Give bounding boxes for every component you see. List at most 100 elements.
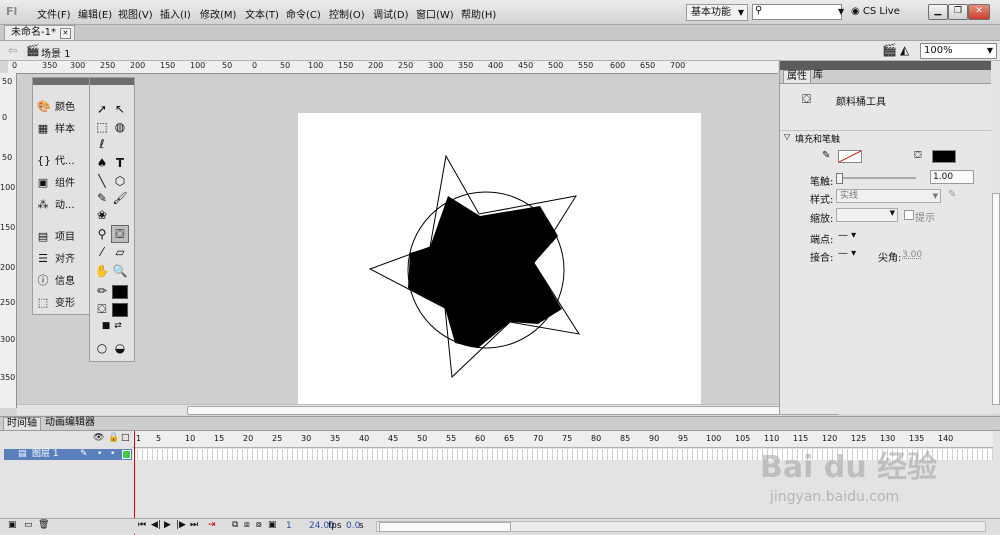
lock-icon[interactable]: 🔒 xyxy=(108,433,119,443)
eye-icon[interactable]: 👁 xyxy=(93,433,104,443)
object-drawing-icon[interactable]: ○ xyxy=(94,340,110,356)
onion-outline-icon[interactable]: ⧈ xyxy=(244,520,250,530)
scroll-thumb[interactable] xyxy=(187,406,839,415)
hand-tool-icon[interactable]: ✋ xyxy=(94,263,110,279)
back-arrow-icon[interactable]: ⇦ xyxy=(8,44,17,57)
components-button[interactable]: ▣ 组件 xyxy=(37,174,75,189)
step-forward-icon[interactable]: |▶ xyxy=(176,520,186,530)
menu-text[interactable]: 文本(T) xyxy=(245,6,279,21)
close-tab-icon[interactable]: ✕ xyxy=(59,28,71,39)
menu-edit[interactable]: 编辑(E) xyxy=(78,6,112,21)
menu-view[interactable]: 视图(V) xyxy=(118,6,153,21)
fill-color-swatch[interactable] xyxy=(932,150,956,163)
workspace-switcher[interactable]: 基本功能 ▼ xyxy=(686,4,748,21)
tab-motion-editor[interactable]: 动画编辑器 xyxy=(42,417,98,429)
restore-button[interactable]: ❐ xyxy=(948,4,968,20)
transform-panel-button[interactable]: ⬚ 变形 xyxy=(37,294,75,309)
swap-colors-icon[interactable]: ⇄ xyxy=(110,318,126,334)
lasso-tool-icon[interactable]: ℓ xyxy=(94,136,110,152)
fill-stroke-section-header[interactable]: ▽ 填充和笔触 xyxy=(780,130,992,145)
layer-outline-color[interactable] xyxy=(122,450,131,459)
slider-thumb[interactable] xyxy=(836,173,843,184)
deco-tool-icon[interactable]: ❀ xyxy=(94,207,110,223)
menu-debug[interactable]: 调试(D) xyxy=(373,6,409,21)
menu-modify[interactable]: 修改(M) xyxy=(200,6,236,21)
motion-presets-button[interactable]: ⁂ 动... xyxy=(37,196,75,211)
stroke-color-swatch[interactable] xyxy=(112,285,128,299)
polystar-tool-icon[interactable]: ⬡ xyxy=(112,173,128,189)
edit-symbols-icon[interactable]: ◭ xyxy=(900,43,909,57)
scroll-thumb[interactable] xyxy=(379,522,511,532)
selection-tool-icon[interactable]: ➚ xyxy=(94,101,110,117)
tab-library[interactable]: 库 xyxy=(810,70,826,82)
minimize-button[interactable]: ▁ xyxy=(928,4,948,20)
play-icon[interactable]: ▶ xyxy=(164,520,171,530)
edit-multiple-frames-icon[interactable]: ⧇ xyxy=(256,520,262,530)
free-transform-tool-icon[interactable]: ⬚ xyxy=(94,119,110,135)
eyedropper-tool-icon[interactable]: ⁄ xyxy=(94,244,110,260)
menu-control[interactable]: 控制(O) xyxy=(329,6,365,21)
layer-lock-dot[interactable]: • xyxy=(110,449,115,460)
brush-tool-icon[interactable]: 🖌 xyxy=(112,190,128,206)
join-select[interactable]: — ▾ xyxy=(838,248,856,259)
pen-tool-icon[interactable]: ♠ xyxy=(94,155,110,171)
onion-skin-icon[interactable]: ⧉ xyxy=(232,520,238,530)
edit-stroke-style-icon[interactable]: ✎ xyxy=(948,189,956,200)
new-folder-icon[interactable]: ▭ xyxy=(24,520,33,530)
swatches-panel-button[interactable]: ▦ 样本 xyxy=(37,120,75,135)
align-panel-button[interactable]: ☰ 对齐 xyxy=(37,250,75,265)
hint-checkbox[interactable] xyxy=(904,210,914,220)
paint-bucket-tool-icon[interactable]: ⛋ xyxy=(111,225,129,243)
layer-visible-dot[interactable]: • xyxy=(97,449,102,460)
miter-value[interactable]: 3.00 xyxy=(902,250,922,260)
cs-live-button[interactable]: ◉ CS Live xyxy=(851,6,900,17)
menu-help[interactable]: 帮助(H) xyxy=(461,6,496,21)
text-tool-icon[interactable]: T xyxy=(112,155,128,171)
project-panel-button[interactable]: ▤ 项目 xyxy=(37,228,75,243)
tab-timeline[interactable]: 时间轴 xyxy=(3,417,41,430)
delete-layer-icon[interactable]: 🗑 xyxy=(38,520,49,530)
code-snippets-button[interactable]: {} 代... xyxy=(37,152,75,167)
menu-insert[interactable]: 插入(I) xyxy=(160,6,191,21)
snap-to-objects-icon[interactable]: ◒ xyxy=(112,340,128,356)
step-back-icon[interactable]: ◀| xyxy=(151,520,161,530)
first-frame-icon[interactable]: ⏮ xyxy=(138,520,146,530)
modify-markers-icon[interactable]: ▣ xyxy=(268,520,277,530)
stroke-slider[interactable] xyxy=(836,173,916,184)
info-panel-button[interactable]: ⓘ 信息 xyxy=(37,272,76,288)
timeline-horizontal-scrollbar[interactable] xyxy=(376,521,986,532)
close-window-button[interactable]: ✕ xyxy=(968,4,990,20)
scroll-thumb[interactable] xyxy=(992,193,1000,405)
stroke-color-swatch[interactable] xyxy=(838,150,862,163)
zoom-select[interactable]: 100% ▼ xyxy=(920,43,997,59)
help-search-input[interactable]: ⚲ xyxy=(752,4,842,20)
dock-header[interactable] xyxy=(33,78,89,85)
subselection-tool-icon[interactable]: ↖ xyxy=(112,101,128,117)
menu-file[interactable]: 文件(F) xyxy=(37,6,71,21)
tools-header[interactable] xyxy=(90,78,134,85)
edit-scene-icon[interactable]: 🎬 xyxy=(882,43,897,57)
layer-row[interactable]: ▤ 图层 1 ✎ • • xyxy=(4,449,132,460)
new-layer-icon[interactable]: ▣ xyxy=(8,520,17,530)
pencil-tool-icon[interactable]: ✎ xyxy=(94,190,110,206)
stroke-style-select[interactable]: 实线 ▼ xyxy=(836,189,941,203)
stage-canvas[interactable] xyxy=(298,113,701,404)
color-panel-button[interactable]: 🎨 颜色 xyxy=(37,98,75,113)
center-frame-icon[interactable]: ⇥ xyxy=(208,520,216,530)
current-frame[interactable]: 1 xyxy=(286,521,292,531)
document-tab[interactable]: 未命名-1* ✕ xyxy=(4,25,75,40)
tab-properties[interactable]: 属性 xyxy=(783,70,811,83)
menu-commands[interactable]: 命令(C) xyxy=(286,6,321,21)
zoom-tool-icon[interactable]: 🔍 xyxy=(112,263,128,279)
last-frame-icon[interactable]: ⏭ xyxy=(190,520,198,530)
stage-horizontal-scrollbar[interactable] xyxy=(17,404,839,415)
scale-select[interactable]: ▼ xyxy=(836,208,898,222)
bone-tool-icon[interactable]: ⚲ xyxy=(94,226,110,242)
outline-icon[interactable]: □ xyxy=(121,433,130,443)
chevron-down-icon[interactable]: ▼ xyxy=(838,7,844,16)
fill-color-swatch[interactable] xyxy=(112,303,128,317)
properties-header[interactable] xyxy=(780,61,992,70)
right-vertical-scrollbar[interactable] xyxy=(991,61,1000,414)
line-tool-icon[interactable]: ╲ xyxy=(94,173,110,189)
menu-window[interactable]: 窗口(W) xyxy=(416,6,454,21)
